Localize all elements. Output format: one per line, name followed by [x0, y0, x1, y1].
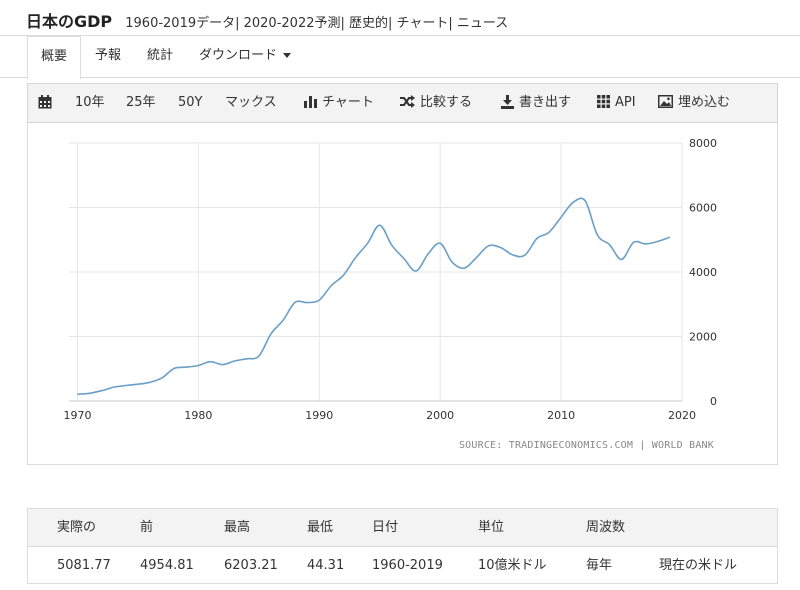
x-tick-label: 2010	[547, 409, 575, 422]
shuffle-icon	[400, 95, 415, 108]
stats-value-row: 5081.77 4954.81 6203.21 44.31 1960-2019 …	[28, 547, 777, 584]
embed-button[interactable]: 埋め込む	[658, 84, 730, 122]
range-10y-button[interactable]: 10年	[75, 84, 105, 122]
stats-value-dates: 1960-2019	[372, 558, 443, 573]
y-tick-label: 4000	[689, 266, 717, 279]
stats-header-previous: 前	[140, 520, 154, 535]
stats-value-lowest: 44.31	[307, 558, 345, 573]
chart-source: SOURCE: TRADINGECONOMICS.COM | WORLD BAN…	[458, 440, 714, 451]
y-tick-label: 2000	[689, 331, 717, 344]
stats-value-frequency: 毎年	[586, 558, 613, 573]
chart-type-label: チャート	[322, 95, 374, 110]
export-label: 書き出す	[519, 95, 572, 110]
stats-header-lowest: 最低	[307, 520, 334, 535]
stats-header-highest: 最高	[224, 520, 251, 535]
page-subtitle: 1960-2019データ| 2020-2022予測| 歴史的| チャート| ニュ…	[125, 16, 509, 31]
range-max-button[interactable]: マックス	[225, 84, 277, 122]
caret-down-icon	[283, 53, 292, 58]
stats-value-previous: 4954.81	[140, 558, 194, 573]
x-tick-label: 2020	[668, 409, 696, 422]
stats-value-actual: 5081.77	[57, 558, 111, 573]
compare-label: 比較する	[420, 95, 473, 110]
x-tick-label: 2000	[426, 409, 454, 422]
tab-download-label: ダウンロード	[199, 48, 278, 63]
gdp-series-line	[77, 197, 671, 395]
range-50y-button[interactable]: 50Y	[178, 84, 202, 122]
calendar-button[interactable]	[38, 84, 57, 122]
stats-value-highest: 6203.21	[224, 558, 278, 573]
y-tick-label: 8000	[689, 137, 717, 150]
x-tick-label: 1980	[184, 409, 212, 422]
api-button[interactable]: API	[597, 84, 636, 122]
grid-icon	[597, 95, 610, 108]
bar-chart-icon	[304, 96, 317, 108]
calendar-icon	[38, 94, 52, 108]
y-tick-label: 6000	[689, 202, 717, 215]
range-25y-button[interactable]: 25年	[126, 84, 156, 122]
page-header: 日本のGDP 1960-2019データ| 2020-2022予測| 歴史的| チ…	[0, 0, 800, 36]
api-label: API	[615, 95, 636, 110]
tab-statistics[interactable]: 統計	[134, 36, 186, 78]
stats-header-actual: 実際の	[57, 520, 97, 535]
image-icon	[658, 95, 673, 108]
stats-header-row: 実際の 前 最高 最低 日付 単位 周波数	[28, 509, 777, 547]
x-tick-label: 1970	[63, 409, 91, 422]
chart-type-button[interactable]: チャート	[304, 84, 374, 122]
tab-bar: 概要 予報 統計 ダウンロード	[0, 36, 800, 79]
x-tick-label: 1990	[305, 409, 333, 422]
tab-download[interactable]: ダウンロード	[186, 36, 304, 78]
stats-table: 実際の 前 最高 最低 日付 単位 周波数 5081.77 4954.81 62…	[27, 508, 778, 584]
embed-label: 埋め込む	[678, 95, 731, 110]
tab-overview[interactable]: 概要	[27, 36, 82, 79]
chart-panel: 0 2000 4000 6000 8000 1970 1980 1990 2000 2010 202…	[27, 123, 778, 465]
tab-forecast[interactable]: 予報	[82, 36, 134, 78]
stats-header-frequency: 周波数	[586, 520, 626, 535]
compare-button[interactable]: 比較する	[400, 84, 472, 122]
gdp-line-chart: 0 2000 4000 6000 8000 1970 1980 1990 2000 2010 202…	[63, 137, 717, 422]
stats-header-dates: 日付	[372, 520, 399, 535]
download-icon	[501, 94, 514, 109]
stats-header-unit: 単位	[478, 520, 505, 535]
stats-value-currency: 現在の米ドル	[659, 558, 738, 573]
chart-toolbar: 10年 25年 50Y マックス チャート 比較する 書き出す API 埋め込む	[27, 83, 778, 123]
export-button[interactable]: 書き出す	[501, 84, 571, 122]
page-title: 日本のGDP	[26, 12, 113, 31]
y-tick-label: 0	[710, 395, 717, 408]
stats-value-unit: 10億米ドル	[478, 558, 547, 573]
